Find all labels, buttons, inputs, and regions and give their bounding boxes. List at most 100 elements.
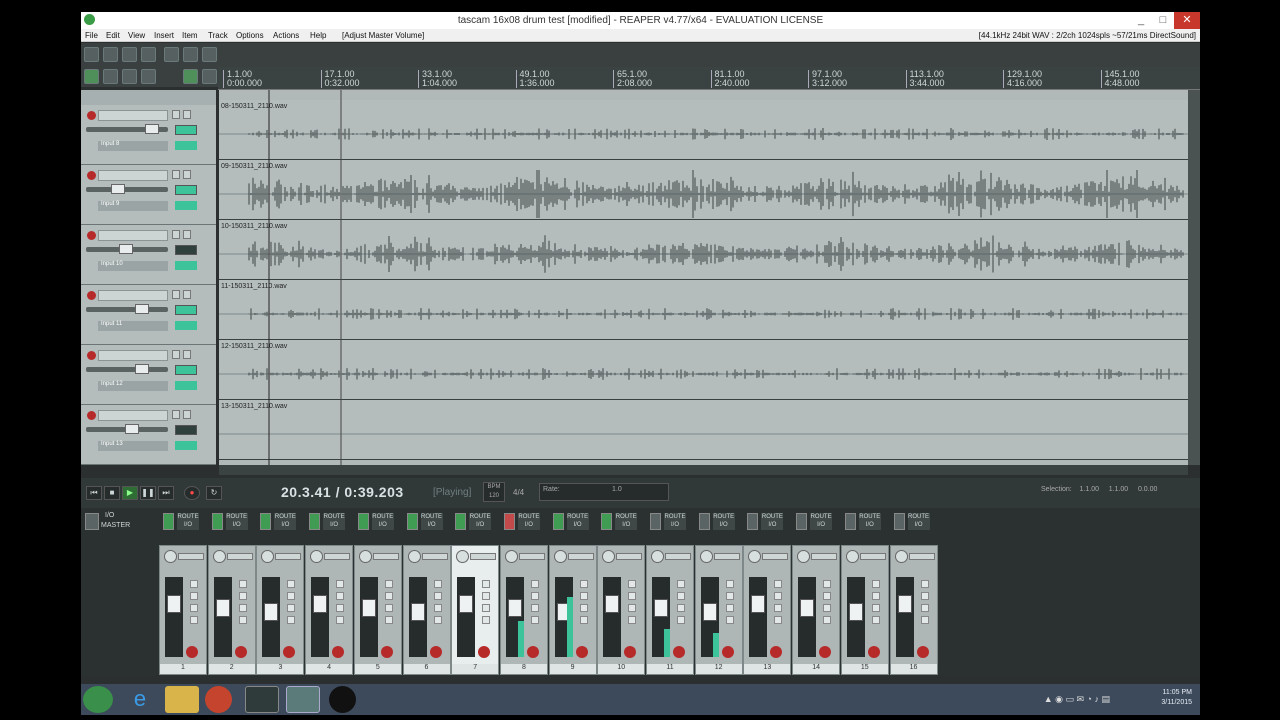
io-button[interactable] [175,201,197,210]
volume-fader[interactable] [507,599,522,617]
input-select[interactable]: Input 11 [98,321,168,331]
pan-knob[interactable] [553,550,567,563]
channel-arm-icon[interactable] [650,513,661,530]
timeline-ruler[interactable]: 1.1.00 0:00.000 17.1.00 0:32.000 33.1.00 1:04… [218,67,1200,90]
go-to-end-button[interactable]: ⏭ [158,486,174,500]
solo-button[interactable] [871,604,880,612]
pan-width-control[interactable] [713,553,740,560]
record-arm-button[interactable] [186,646,198,658]
pan-width-control[interactable] [470,553,497,560]
fx-button[interactable] [920,580,929,588]
mute-button[interactable] [238,592,247,600]
pan-width-control[interactable] [178,553,204,560]
solo-button[interactable] [823,604,832,612]
clock[interactable]: 11:05 PM 3/11/2015 [1161,688,1192,708]
phase-button[interactable] [336,616,345,624]
channel-arm-icon[interactable] [309,513,321,530]
volume-fader[interactable] [605,595,620,613]
channel-io-button[interactable]: ROUTE I/O [469,513,492,530]
io-button[interactable] [175,441,197,450]
mixer-channel-strip[interactable]: 16 [889,545,938,675]
envelope-icon[interactable] [141,69,156,84]
fx-button[interactable] [579,580,588,588]
phase-button[interactable] [823,616,832,624]
timeline-marker[interactable]: 65.1.00 2:08.000 [613,70,652,88]
track-name-field[interactable] [98,290,168,301]
fx-button[interactable] [774,580,783,588]
fx-button[interactable] [238,580,247,588]
minimize-button[interactable]: _ [1130,12,1152,29]
solo-button[interactable] [183,290,191,299]
io-button[interactable] [175,261,197,270]
fx-button[interactable] [482,580,491,588]
track-lane[interactable]: 12-150311_2110.wav [219,340,1188,400]
mute-button[interactable] [774,592,783,600]
mute-button[interactable] [871,592,880,600]
open-project-icon[interactable] [103,47,118,62]
phase-button[interactable] [384,616,393,624]
channel-arm-icon[interactable] [163,513,174,530]
menu-actions[interactable]: Actions [273,31,299,40]
record-arm-button[interactable] [673,646,685,658]
volume-fader[interactable] [167,595,181,613]
phase-button[interactable] [530,616,539,624]
lock-icon[interactable] [202,69,217,84]
fx-button[interactable] [823,580,832,588]
mixer-channel-strip[interactable]: 11 [646,545,694,675]
volume-slider-knob[interactable] [125,424,139,434]
channel-arm-icon[interactable] [455,513,467,530]
channel-io-button[interactable]: ROUTE I/O [323,513,346,530]
solo-button[interactable] [183,410,191,419]
horizontal-scrollbar[interactable] [219,465,1188,475]
track-lane[interactable]: 08-150311_2110.wav [219,100,1188,160]
channel-arm-icon[interactable] [698,513,710,530]
solo-button[interactable] [238,604,247,612]
record-arm-button[interactable] [478,646,491,658]
volume-fader[interactable] [313,595,328,613]
audio-device-status[interactable]: [44.1kHz 24bit WAV : 2/2ch 1024spls ~57/… [979,31,1196,40]
pan-knob[interactable] [894,550,908,563]
track-header[interactable]: Input 9 [81,165,216,225]
pan-width-control[interactable] [275,553,302,560]
record-arm-button[interactable] [87,291,96,300]
pan-width-control[interactable] [616,553,643,560]
channel-io-button[interactable]: ROUTE I/O [566,513,589,530]
channel-io-button[interactable]: ROUTE I/O [225,513,248,530]
phase-button[interactable] [482,616,491,624]
channel-arm-icon[interactable] [893,513,905,530]
fx-button[interactable] [677,580,685,588]
channel-io-button[interactable]: ROUTE I/O [907,513,930,530]
volume-fader[interactable] [215,599,230,617]
track-header[interactable]: Input 12 [81,345,216,405]
volume-fader[interactable] [848,603,863,621]
phase-button[interactable] [871,616,880,624]
pan-knob[interactable] [261,550,275,563]
pan-knob[interactable] [699,550,713,563]
phase-button[interactable] [433,616,442,624]
solo-button[interactable] [579,604,588,612]
timeline-marker[interactable]: 49.1.00 1:36.000 [515,70,555,88]
pan-width-control[interactable] [518,553,545,560]
volume-slider[interactable] [86,187,168,192]
stop-button[interactable]: ■ [104,486,120,500]
record-arm-button[interactable] [87,351,96,360]
pan-knob[interactable] [358,550,372,563]
record-arm-button[interactable] [575,646,588,658]
mixer-channel-strip[interactable]: 15 [840,545,889,675]
channel-io-button[interactable]: ROUTE I/O [615,513,638,530]
menu-options[interactable]: Options [236,31,264,40]
phase-button[interactable] [774,616,783,624]
fx-button[interactable] [530,580,539,588]
obs-icon[interactable] [329,686,356,713]
ripple-edit-icon[interactable] [84,69,99,84]
record-arm-button[interactable] [380,646,393,658]
channel-arm-icon[interactable] [211,513,223,530]
mixer-channel-strip[interactable]: 12 [694,545,743,675]
phase-button[interactable] [190,616,198,624]
record-arm-button[interactable] [526,646,539,658]
mixer-channel-strip[interactable]: 3 [256,545,305,675]
volume-slider[interactable] [86,367,168,372]
solo-button[interactable] [677,604,685,612]
solo-button[interactable] [183,350,191,359]
pan-knob[interactable] [602,550,616,563]
